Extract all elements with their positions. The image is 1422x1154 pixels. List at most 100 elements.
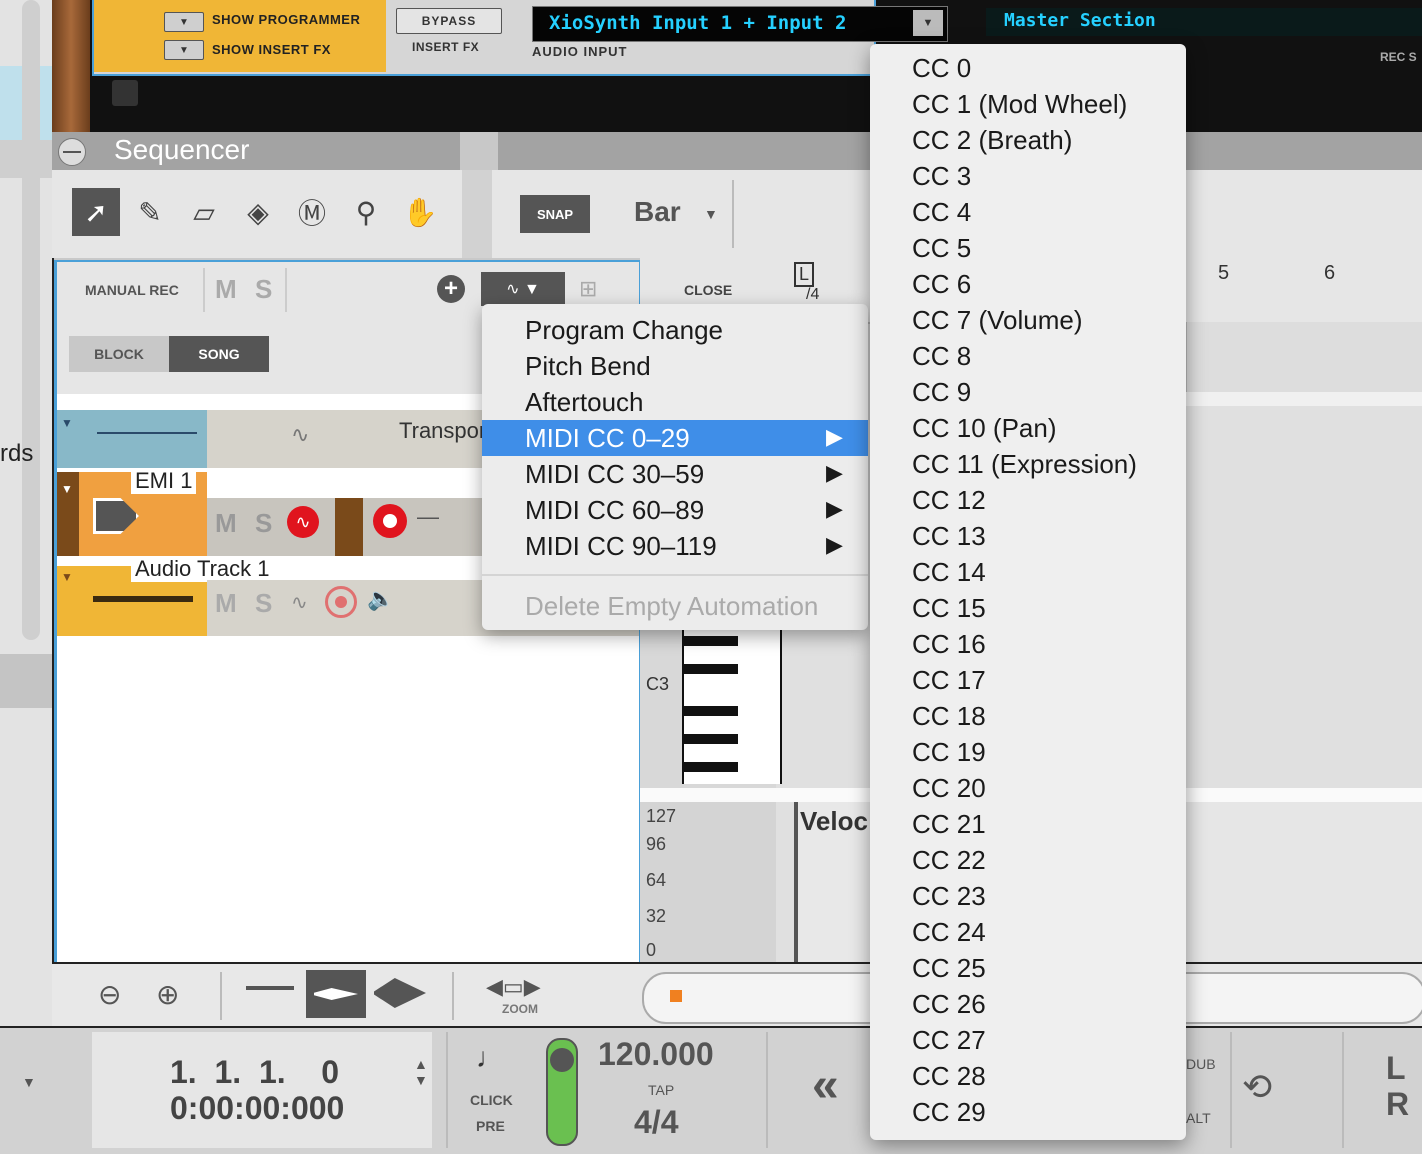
mute-all-button[interactable]: M [215, 274, 237, 305]
mute-button[interactable]: M [215, 588, 237, 619]
expand-triangle-icon[interactable]: ▼ [61, 416, 73, 430]
manual-rec-button[interactable]: MANUAL REC [85, 282, 179, 298]
magnify-tool-icon[interactable]: ⚲ [342, 188, 390, 236]
loop-icon[interactable]: ⟲ [1242, 1066, 1272, 1108]
menu-item-cc[interactable]: CC 8 [912, 338, 971, 374]
black-key[interactable] [684, 636, 738, 646]
click-label[interactable]: CLICK [470, 1092, 513, 1108]
menu-item-cc[interactable]: CC 7 (Volume) [912, 302, 1083, 338]
alt-label[interactable]: ALT [1186, 1110, 1211, 1126]
menu-item-midi-cc-30-59[interactable]: MIDI CC 30–59 ▶ [482, 456, 868, 492]
menu-item-cc[interactable]: CC 11 (Expression) [912, 446, 1137, 482]
show-programmer-toggle[interactable]: ▼ [164, 12, 204, 32]
menu-item-cc[interactable]: CC 5 [912, 230, 971, 266]
bypass-button[interactable]: BYPASS [396, 8, 502, 34]
menu-item-cc[interactable]: CC 3 [912, 158, 971, 194]
menu-item-cc[interactable]: CC 29 [912, 1094, 986, 1130]
menu-item-cc[interactable]: CC 14 [912, 554, 986, 590]
menu-item-cc[interactable]: CC 21 [912, 806, 986, 842]
menu-item-midi-cc-90-119[interactable]: MIDI CC 90–119 ▶ [482, 528, 868, 564]
automation-icon[interactable]: ∿ [291, 590, 308, 615]
black-key[interactable] [684, 762, 738, 772]
menu-item-cc[interactable]: CC 0 [912, 50, 971, 86]
menu-item-midi-cc-60-89[interactable]: MIDI CC 60–89 ▶ [482, 492, 868, 528]
rewind-button[interactable]: « [812, 1058, 839, 1113]
black-key[interactable] [684, 734, 738, 744]
menu-item-cc[interactable]: CC 16 [912, 626, 986, 662]
eraser-tool-icon[interactable]: ▱ [180, 188, 228, 236]
time-signature[interactable]: 4/4 [634, 1104, 678, 1141]
pencil-tool-icon[interactable]: ✎ [126, 188, 174, 236]
menu-item-cc[interactable]: CC 6 [912, 266, 971, 302]
menu-item-cc[interactable]: CC 9 [912, 374, 971, 410]
menu-item-cc[interactable]: CC 20 [912, 770, 986, 806]
add-track-icon[interactable]: + [437, 275, 465, 303]
solo-button[interactable]: S [255, 588, 272, 619]
menu-item-cc[interactable]: CC 4 [912, 194, 971, 230]
browser-scrollbar[interactable] [22, 0, 40, 640]
menu-item-cc[interactable]: CC 25 [912, 950, 986, 986]
menu-item-cc[interactable]: CC 1 (Mod Wheel) [912, 86, 1127, 122]
snap-button[interactable]: SNAP [520, 195, 590, 233]
record-enable-icon[interactable] [373, 504, 407, 538]
audio-input-select[interactable]: XioSynth Input 1 + Input 2 ▼ [532, 6, 948, 42]
expand-triangle-icon[interactable]: ▼ [61, 570, 73, 584]
black-key[interactable] [684, 664, 738, 674]
menu-item-cc[interactable]: CC 19 [912, 734, 986, 770]
menu-item-cc[interactable]: CC 27 [912, 1022, 986, 1058]
menu-item-cc[interactable]: CC 23 [912, 878, 986, 914]
menu-item-pitch-bend[interactable]: Pitch Bend [482, 348, 868, 384]
dub-label[interactable]: DUB [1186, 1056, 1216, 1072]
razor-tool-icon[interactable]: ◈ [234, 188, 282, 236]
close-button[interactable]: CLOSE [684, 282, 732, 298]
black-key[interactable] [684, 706, 738, 716]
position-display[interactable]: 1. 1. 1. 0 0:00:00:000 ▲ ▼ [92, 1032, 432, 1148]
menu-item-cc[interactable]: CC 10 (Pan) [912, 410, 1057, 446]
waveform-large-icon[interactable] [374, 978, 426, 1008]
show-insert-fx-toggle[interactable]: ▼ [164, 40, 204, 60]
block-tab[interactable]: BLOCK [69, 336, 169, 372]
menu-item-aftertouch[interactable]: Aftertouch [482, 384, 868, 420]
automation-rec-icon[interactable]: ∿ [287, 506, 319, 538]
snap-value-select[interactable]: Bar [634, 196, 681, 228]
menu-item-cc[interactable]: CC 2 (Breath) [912, 122, 1072, 158]
grid-icon[interactable]: ⊞ [579, 276, 597, 302]
mute-tool-icon[interactable]: Ⓜ [288, 188, 336, 236]
hand-tool-icon[interactable]: ✋ [396, 188, 444, 236]
zoom-out-icon[interactable]: ⊖ [98, 978, 121, 1011]
menu-item-cc[interactable]: CC 22 [912, 842, 986, 878]
solo-button[interactable]: S [255, 508, 272, 539]
menu-item-midi-cc-0-29[interactable]: MIDI CC 0–29 ▶ [482, 420, 868, 456]
menu-item-cc[interactable]: CC 15 [912, 590, 986, 626]
pre-label[interactable]: PRE [476, 1118, 505, 1134]
menu-item-cc[interactable]: CC 17 [912, 662, 986, 698]
expand-triangle-icon[interactable]: ▼ [61, 482, 73, 496]
menu-item-cc[interactable]: CC 12 [912, 482, 986, 518]
speaker-icon[interactable]: 🔈 [367, 586, 394, 612]
waveform-small-icon[interactable] [246, 986, 294, 990]
song-tab[interactable]: SONG [169, 336, 269, 372]
record-enable-icon[interactable] [325, 586, 357, 618]
menu-item-cc[interactable]: CC 13 [912, 518, 986, 554]
tap-button[interactable]: TAP [648, 1082, 674, 1098]
mute-button[interactable]: M [215, 508, 237, 539]
menu-item-cc[interactable]: CC 28 [912, 1058, 986, 1094]
menu-item-cc[interactable]: CC 18 [912, 698, 986, 734]
loop-left-marker[interactable]: L [794, 262, 815, 287]
solo-all-button[interactable]: S [255, 274, 272, 305]
stepper-icon[interactable]: ▲ ▼ [414, 1056, 428, 1088]
menu-item-program-change[interactable]: Program Change [482, 312, 868, 348]
zoom-in-icon[interactable]: ⊕ [156, 978, 179, 1011]
automation-icon[interactable]: ∿ [291, 422, 309, 448]
collapse-icon[interactable] [58, 138, 86, 166]
automation-dropdown-button[interactable]: ∿ ▼ [481, 272, 565, 306]
velocity-lane[interactable]: Veloc [794, 802, 876, 962]
click-level-slider[interactable] [546, 1038, 578, 1146]
select-tool-icon[interactable]: ➚ [72, 188, 120, 236]
tempo-value[interactable]: 120.000 [598, 1036, 714, 1073]
menu-item-cc[interactable]: CC 24 [912, 914, 986, 950]
zoom-arrows-icon[interactable]: ◀▭▶ [486, 974, 541, 1000]
waveform-medium-icon[interactable] [306, 970, 366, 1018]
metronome-icon[interactable]: ♩ [476, 1042, 504, 1074]
menu-item-cc[interactable]: CC 26 [912, 986, 986, 1022]
